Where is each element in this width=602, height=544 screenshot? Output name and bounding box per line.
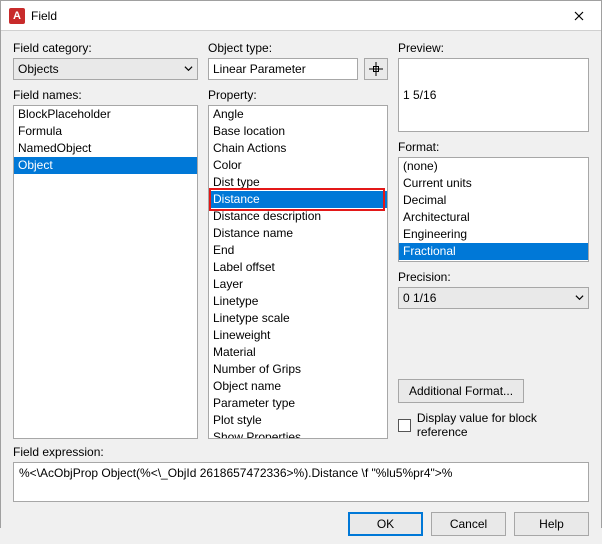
- list-item[interactable]: Distance description: [209, 208, 387, 225]
- field-category-value: Objects: [18, 62, 59, 76]
- list-item[interactable]: Distance name: [209, 225, 387, 242]
- display-value-label: Display value for block reference: [417, 411, 589, 439]
- list-item[interactable]: Linetype scale: [209, 310, 387, 327]
- list-item[interactable]: Material: [209, 344, 387, 361]
- list-item[interactable]: Decimal: [399, 192, 588, 209]
- list-item[interactable]: Current units: [399, 175, 588, 192]
- object-type-field[interactable]: Linear Parameter: [208, 58, 358, 80]
- field-names-listbox[interactable]: BlockPlaceholderFormulaNamedObjectObject: [13, 105, 198, 439]
- field-expression-value: %<\AcObjProp Object(%<\_ObjId 2618657472…: [19, 466, 452, 480]
- list-item[interactable]: End: [209, 242, 387, 259]
- field-category-combo[interactable]: Objects: [13, 58, 198, 80]
- chevron-down-icon: [184, 62, 193, 76]
- list-item[interactable]: Linetype: [209, 293, 387, 310]
- list-item[interactable]: Formula: [14, 123, 197, 140]
- list-item[interactable]: Lineweight: [209, 327, 387, 344]
- preview-label: Preview:: [398, 41, 589, 55]
- field-names-label: Field names:: [13, 88, 198, 102]
- chevron-down-icon: [575, 291, 584, 305]
- list-item[interactable]: NamedObject: [14, 140, 197, 157]
- titlebar: A Field: [1, 1, 601, 31]
- field-expression-box: %<\AcObjProp Object(%<\_ObjId 2618657472…: [13, 462, 589, 502]
- list-item[interactable]: Architectural: [399, 209, 588, 226]
- precision-label: Precision:: [398, 270, 589, 284]
- pick-object-button[interactable]: [364, 58, 388, 80]
- list-item[interactable]: Color: [209, 157, 387, 174]
- object-type-value: Linear Parameter: [213, 62, 306, 76]
- list-item[interactable]: BlockPlaceholder: [14, 106, 197, 123]
- list-item[interactable]: Scientific: [399, 260, 588, 262]
- preview-field: 1 5/16: [398, 58, 589, 132]
- field-category-label: Field category:: [13, 41, 198, 55]
- property-label: Property:: [208, 88, 388, 102]
- precision-value: 0 1/16: [403, 291, 436, 305]
- app-icon: A: [9, 8, 25, 24]
- list-item[interactable]: Object name: [209, 378, 387, 395]
- help-button[interactable]: Help: [514, 512, 589, 536]
- close-button[interactable]: [556, 1, 601, 30]
- additional-format-button[interactable]: Additional Format...: [398, 379, 524, 403]
- list-item[interactable]: Show Properties: [209, 429, 387, 439]
- precision-combo[interactable]: 0 1/16: [398, 287, 589, 309]
- window-title: Field: [31, 9, 556, 23]
- preview-value: 1 5/16: [403, 88, 436, 102]
- list-item[interactable]: Chain Actions: [209, 140, 387, 157]
- object-type-label: Object type:: [208, 41, 388, 55]
- property-listbox[interactable]: AngleBase locationChain ActionsColorDist…: [208, 105, 388, 439]
- list-item[interactable]: Fractional: [399, 243, 588, 260]
- cancel-button[interactable]: Cancel: [431, 512, 506, 536]
- list-item[interactable]: Dist type: [209, 174, 387, 191]
- list-item[interactable]: Plot style: [209, 412, 387, 429]
- field-expression-label: Field expression:: [13, 445, 589, 459]
- list-item[interactable]: Distance: [209, 191, 387, 208]
- format-listbox[interactable]: (none)Current unitsDecimalArchitecturalE…: [398, 157, 589, 262]
- list-item[interactable]: Object: [14, 157, 197, 174]
- list-item[interactable]: (none): [399, 158, 588, 175]
- list-item[interactable]: Layer: [209, 276, 387, 293]
- display-value-checkbox[interactable]: [398, 419, 411, 432]
- list-item[interactable]: Label offset: [209, 259, 387, 276]
- list-item[interactable]: Number of Grips: [209, 361, 387, 378]
- list-item[interactable]: Parameter type: [209, 395, 387, 412]
- format-label: Format:: [398, 140, 589, 154]
- list-item[interactable]: Angle: [209, 106, 387, 123]
- list-item[interactable]: Base location: [209, 123, 387, 140]
- close-icon: [574, 11, 584, 21]
- ok-button[interactable]: OK: [348, 512, 423, 536]
- crosshair-icon: [369, 62, 383, 76]
- list-item[interactable]: Engineering: [399, 226, 588, 243]
